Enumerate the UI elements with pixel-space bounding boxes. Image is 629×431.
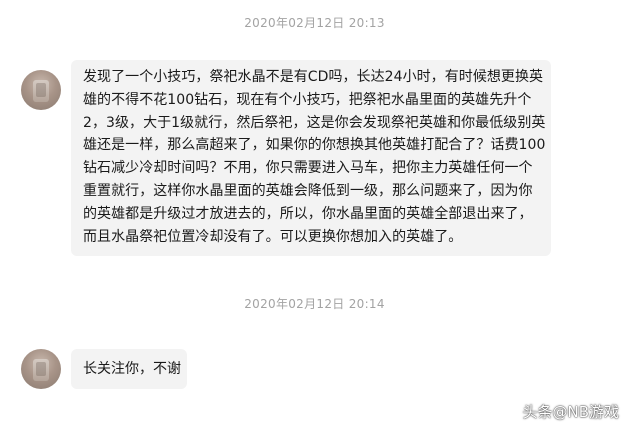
message-line: 的英雄都是升级过才放进去的，所以，你水晶里面的英雄全部退出来了， xyxy=(83,205,533,222)
avatar-blur-shade xyxy=(36,362,46,376)
message-line: 重置就行，这样你水晶里面的英雄会降低到一级，那么问题来了，因为你 xyxy=(83,182,533,199)
message-line: 雄的不得不花100钻石，现在有个小技巧，把祭祀水晶里面的英雄先升个 xyxy=(83,91,532,108)
message-text: 长关注你，不谢 xyxy=(83,361,181,377)
avatar[interactable] xyxy=(21,70,61,110)
message-line: 2，3级，大于1级就行，然后祭祀，这是你会发现祭祀英雄和你最低级别英 xyxy=(83,114,546,131)
message-bubble[interactable]: 长关注你，不谢 xyxy=(71,349,187,389)
message-line: 雄还是一样，那么高超来了，如果你的你想换其他英雄打配合了？话费100 xyxy=(83,137,546,154)
message-line: 钻石减少冷却时间吗？不用，你只需要进入马车，把你主力英雄任何一个 xyxy=(83,160,533,177)
avatar-blur-shade xyxy=(36,83,46,97)
message-timestamp: 2020年02月12日 20:13 xyxy=(244,16,385,30)
message-line: 而且水晶祭祀位置冷却没有了。可以更换你想加入的英雄了。 xyxy=(83,228,463,245)
message-line: 发现了一个小技巧，祭祀水晶不是有CD吗，长达24小时，有时候想更换英 xyxy=(83,69,544,85)
message-bubble[interactable]: 发现了一个小技巧，祭祀水晶不是有CD吗，长达24小时，有时候想更换英 雄的不得不… xyxy=(71,60,551,256)
watermark: 头条@NB游戏 xyxy=(522,403,619,421)
avatar[interactable] xyxy=(21,349,61,389)
message-timestamp: 2020年02月12日 20:14 xyxy=(244,297,385,311)
